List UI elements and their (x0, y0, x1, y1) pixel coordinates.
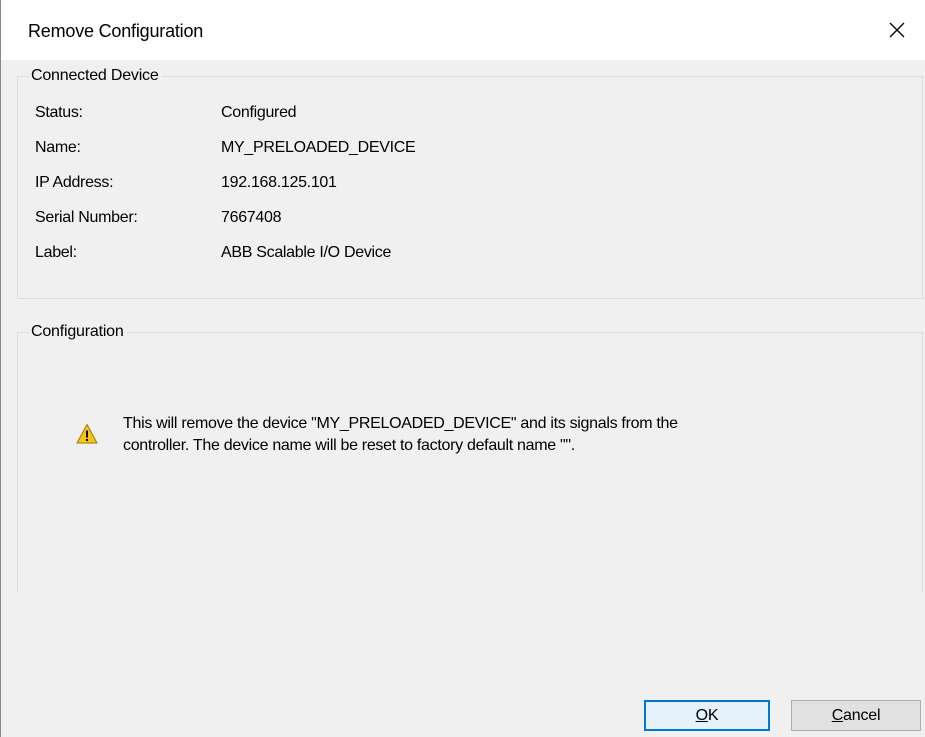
device-label-value: ABB Scalable I/O Device (221, 244, 392, 261)
warning-text: This will remove the device "MY_PRELOADE… (123, 413, 883, 457)
ok-mnemonic: O (695, 706, 708, 724)
ip-address-label: IP Address: (35, 174, 114, 191)
title-bar: Remove Configuration (1, 0, 925, 60)
status-value: Configured (221, 104, 297, 121)
serial-number-label: Serial Number: (35, 209, 138, 226)
ok-button[interactable]: OK (644, 700, 770, 731)
configuration-group: Configuration This will remove the devic… (17, 322, 923, 592)
name-value: MY_PRELOADED_DEVICE (221, 139, 416, 156)
close-button[interactable] (869, 0, 925, 60)
close-icon (889, 22, 905, 38)
ok-label-rest: K (707, 706, 719, 724)
connected-device-legend: Connected Device (29, 66, 162, 86)
serial-number-value: 7667408 (221, 209, 282, 226)
cancel-mnemonic: C (831, 706, 844, 724)
cancel-label-rest: ancel (843, 706, 881, 724)
warning-icon (76, 423, 98, 445)
status-label: Status: (35, 104, 83, 121)
ip-address-value: 192.168.125.101 (221, 174, 337, 191)
remove-configuration-dialog: Remove Configuration Connected Device St… (0, 0, 925, 737)
dialog-title: Remove Configuration (28, 21, 204, 41)
cancel-button[interactable]: Cancel (791, 700, 921, 731)
name-label: Name: (35, 139, 81, 156)
configuration-legend: Configuration (29, 322, 127, 342)
connected-device-group: Connected Device Status: Configured Name… (17, 66, 923, 299)
warning-text-line-2: controller. The device name will be rese… (123, 437, 575, 454)
warning-text-line-1: This will remove the device "MY_PRELOADE… (123, 415, 678, 432)
device-label-label: Label: (35, 244, 77, 261)
